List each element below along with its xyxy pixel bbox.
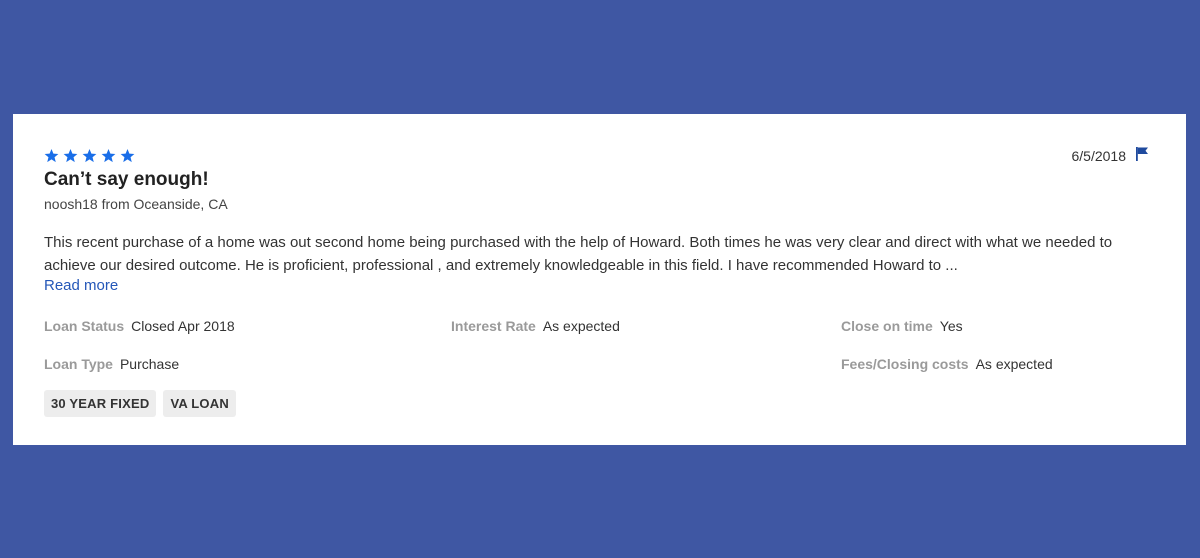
detail-label: Loan Status <box>44 318 125 334</box>
detail-loan-status: Loan Status Closed Apr 2018 <box>44 318 235 334</box>
detail-interest-rate: Interest Rate As expected <box>451 318 620 334</box>
loan-tags: 30 YEAR FIXED VA LOAN <box>44 390 236 417</box>
detail-value: Purchase <box>119 356 180 372</box>
flag-icon[interactable] <box>1135 146 1149 162</box>
review-date: 6/5/2018 <box>1071 148 1127 164</box>
detail-value: Closed Apr 2018 <box>131 318 235 334</box>
detail-close-on-time: Close on time Yes <box>841 318 963 334</box>
star-icon <box>44 149 59 163</box>
review-card: 6/5/2018 Can’t say enough! noosh18 from … <box>13 114 1186 445</box>
detail-label: Interest Rate <box>451 318 536 334</box>
star-icon <box>120 149 135 163</box>
read-more-link[interactable]: Read more <box>44 277 118 294</box>
detail-fees-closing-costs: Fees/Closing costs As expected <box>841 356 1053 372</box>
star-icon <box>101 149 116 163</box>
detail-value: As expected <box>975 356 1053 372</box>
star-icon <box>63 149 78 163</box>
detail-label: Fees/Closing costs <box>841 356 969 372</box>
detail-loan-type: Loan Type Purchase <box>44 356 179 372</box>
review-title: Can’t say enough! <box>44 169 209 190</box>
tag-va-loan: VA LOAN <box>163 390 236 417</box>
detail-label: Close on time <box>841 318 933 334</box>
review-author: noosh18 from Oceanside, CA <box>44 196 228 212</box>
detail-label: Loan Type <box>44 356 113 372</box>
review-body: This recent purchase of a home was out s… <box>44 234 1113 274</box>
detail-value: As expected <box>542 318 620 334</box>
star-icon <box>82 149 97 163</box>
tag-30-year-fixed: 30 YEAR FIXED <box>44 390 157 417</box>
detail-value: Yes <box>939 318 963 334</box>
star-rating <box>44 149 135 163</box>
